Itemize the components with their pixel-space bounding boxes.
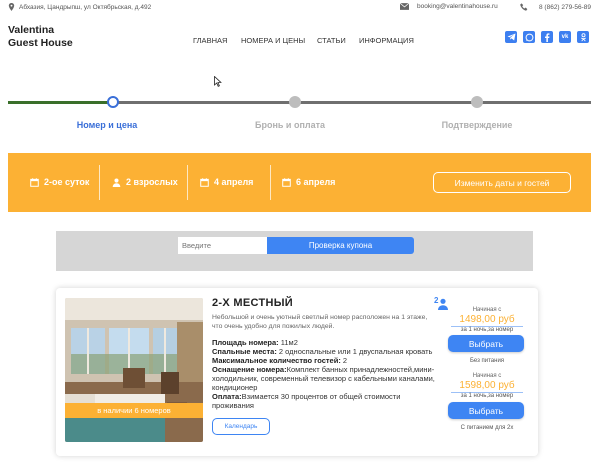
vk-icon[interactable]: vk — [559, 31, 571, 43]
nav-home[interactable]: ГЛАВНАЯ — [193, 36, 227, 45]
brand-logo[interactable]: Valentina Guest House — [8, 24, 73, 50]
room-title: 2-Х МЕСТНЫЙ — [212, 297, 293, 309]
nav-articles[interactable]: СТАТЬИ — [317, 36, 346, 45]
whatsapp-icon[interactable] — [523, 31, 535, 43]
person-icon — [112, 177, 121, 187]
calendar-icon — [200, 177, 209, 187]
spec-value: 11м2 — [278, 338, 298, 347]
social-links: vk — [505, 31, 589, 43]
telegram-icon[interactable] — [505, 31, 517, 43]
stay-summary-band: 2-ое суток 2 взрослых 4 апреля 6 апреля … — [8, 153, 591, 212]
step-dot-2 — [289, 96, 301, 108]
spec-equipment: Оснащение номера:Комплект банных принадл… — [212, 365, 444, 392]
spec-value: 2 — [340, 356, 348, 365]
spec-payment: Оплата:Взимается 30 процентов от общей с… — [212, 392, 444, 410]
facebook-icon[interactable] — [541, 31, 553, 43]
calendar-icon — [30, 177, 39, 187]
rate-option-1: Начиная с 1498,00 руб за 1 ночь,за номер — [447, 307, 527, 333]
checkin-summary: 4 апреля — [200, 177, 253, 187]
room-description: Небольшой и очень уютный светлый номер р… — [212, 314, 428, 330]
checkin-text: 4 апреля — [214, 177, 254, 187]
step-dot-3 — [471, 96, 483, 108]
guests-summary: 2 взрослых — [112, 177, 178, 187]
summary-divider — [270, 165, 271, 200]
email-link[interactable]: booking@valentinahouse.ru — [417, 3, 498, 10]
rate-option-2: Начиная с 1598,00 руб за 1 ночь,за номер — [447, 373, 527, 399]
spec-label: Оплата: — [212, 392, 242, 401]
nights-summary: 2-ое суток — [30, 177, 89, 187]
room-photo[interactable] — [65, 298, 203, 442]
nav-rooms-prices[interactable]: НОМЕРА И ЦЕНЫ — [241, 36, 305, 45]
step-label-room-price: Номер и цена — [76, 120, 138, 130]
checkout-summary: 6 апреля — [282, 177, 335, 187]
step-label-booking-payment: Бронь и оплата — [254, 120, 326, 130]
nights-text: 2-ое суток — [44, 177, 90, 187]
spec-label: Максимальное количество гостей: — [212, 356, 341, 365]
coupon-input[interactable] — [178, 237, 267, 254]
brand-line-1: Valentina — [8, 24, 55, 36]
nav-info[interactable]: ИНФОРМАЦИЯ — [359, 36, 414, 45]
guests-text: 2 взрослых — [126, 177, 178, 187]
stepper-line-done — [8, 101, 113, 104]
address-block: Абхазия, Цандрыпш, ул Октябрьская, д.492 — [8, 3, 151, 11]
calendar-icon — [282, 177, 291, 187]
meal-option-1: Без питания — [469, 358, 505, 364]
summary-divider — [187, 165, 188, 200]
guest-count: 2 — [434, 296, 439, 305]
calendar-button[interactable]: Календарь — [212, 418, 270, 435]
address-text: Абхазия, Цандрыпш, ул Октябрьская, д.492 — [19, 3, 152, 11]
guest-count-indicator: 2 — [434, 296, 448, 315]
spec-area: Площадь номера: 11м2 — [212, 338, 444, 347]
availability-badge: в наличии 6 номеров — [65, 403, 203, 418]
price-from-label: Начиная с — [472, 307, 502, 313]
location-icon — [8, 3, 15, 11]
check-coupon-button[interactable]: Проверка купона — [267, 237, 414, 254]
mouse-cursor-icon — [214, 76, 222, 87]
spec-beds: Спальные места: 2 односпальные или 1 дву… — [212, 347, 444, 356]
top-info-bar: Абхазия, Цандрыпш, ул Октябрьская, д.492… — [0, 0, 600, 14]
change-dates-guests-button[interactable]: Изменить даты и гостей — [433, 172, 571, 193]
rate-price: 1498,00 руб — [459, 314, 515, 325]
email-block[interactable]: booking@valentinahouse.ru — [400, 3, 498, 10]
step-label-confirmation: Подтверждение — [441, 120, 513, 130]
choose-button-1[interactable]: Выбрать — [448, 335, 524, 352]
phone-icon — [520, 3, 528, 11]
spec-label: Спальные места: — [212, 347, 277, 356]
meal-option-2: С питанием для 2х — [460, 425, 514, 431]
spec-label: Площадь номера: — [212, 338, 279, 347]
spec-value: 2 односпальные или 1 двуспальная кровать — [276, 347, 433, 356]
brand-line-2: Guest House — [8, 37, 73, 49]
rate-price: 1598,00 руб — [459, 380, 515, 391]
price-period: за 1 ночь,за номер — [460, 393, 514, 399]
step-dot-1 — [107, 96, 119, 108]
phone-block[interactable]: 8 (862) 279-56-89 — [520, 3, 591, 11]
phone-link[interactable]: 8 (862) 279-56-89 — [539, 4, 591, 11]
odnoklassniki-icon[interactable] — [577, 31, 589, 43]
summary-divider — [99, 165, 100, 200]
checkout-text: 6 апреля — [296, 177, 336, 187]
room-photo-image — [65, 298, 203, 442]
price-period: за 1 ночь,за номер — [460, 327, 514, 333]
envelope-icon — [400, 3, 409, 10]
spec-label: Оснащение номера: — [212, 365, 287, 374]
spec-max-guests: Максимальное количество гостей: 2 — [212, 356, 444, 365]
price-from-label: Начиная с — [472, 373, 502, 379]
choose-button-2[interactable]: Выбрать — [448, 402, 524, 419]
stepper-line-pending — [113, 101, 591, 104]
